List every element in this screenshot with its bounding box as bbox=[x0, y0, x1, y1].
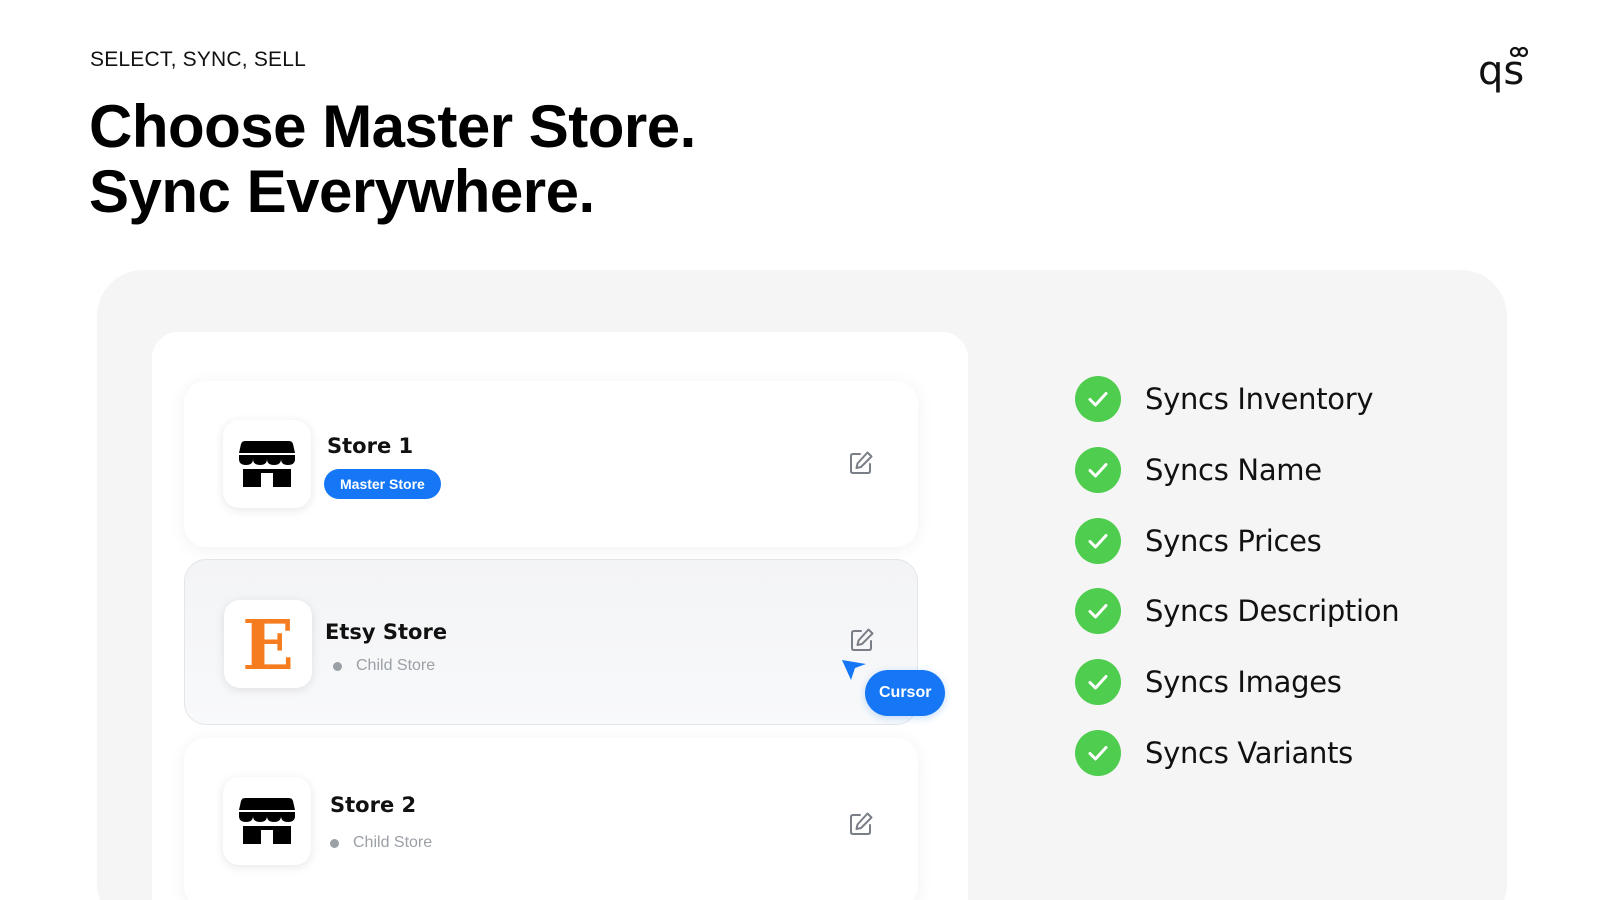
check-icon bbox=[1075, 517, 1121, 564]
master-store-badge: Master Store bbox=[324, 469, 441, 499]
feature-list: Syncs Inventory Syncs Name Syncs Prices … bbox=[1075, 376, 1400, 801]
check-icon bbox=[1075, 588, 1121, 635]
feature-item: Syncs Variants bbox=[1075, 729, 1399, 776]
feature-item: Syncs Name bbox=[1075, 446, 1399, 493]
edit-button[interactable] bbox=[847, 449, 875, 477]
cursor-label: Cursor bbox=[865, 670, 946, 716]
etsy-logo: E bbox=[242, 606, 294, 686]
store-name: Etsy Store bbox=[325, 620, 448, 644]
headline-line-1: Choose Master Store. bbox=[89, 93, 696, 160]
child-store-label: Child Store bbox=[356, 657, 436, 674]
store-row-store-1[interactable]: Store 1 Master Store bbox=[184, 381, 918, 547]
edit-icon bbox=[850, 812, 873, 835]
feature-label: Syncs Name bbox=[1145, 452, 1322, 487]
feature-label: Syncs Variants bbox=[1145, 735, 1353, 770]
store-avatar bbox=[223, 777, 311, 865]
feature-item: Syncs Inventory bbox=[1075, 376, 1399, 422]
status-dot-icon bbox=[330, 838, 339, 848]
check-icon bbox=[1075, 729, 1121, 776]
storefront-icon bbox=[239, 798, 295, 844]
feature-item: Syncs Prices bbox=[1075, 517, 1399, 564]
child-store-tag: Child Store bbox=[330, 834, 432, 852]
store-avatar bbox=[223, 420, 311, 508]
edit-button[interactable] bbox=[847, 810, 875, 838]
check-icon bbox=[1075, 659, 1121, 706]
edit-icon bbox=[851, 628, 874, 651]
child-store-label: Child Store bbox=[353, 834, 433, 851]
qs-logo-icon: qs bbox=[1478, 46, 1529, 94]
store-row-store-2[interactable]: Store 2 Child Store bbox=[184, 738, 918, 900]
feature-label: Syncs Description bbox=[1145, 594, 1400, 629]
headline-line-2: Sync Everywhere. bbox=[89, 158, 595, 225]
feature-label: Syncs Inventory bbox=[1145, 382, 1374, 416]
child-store-tag: Child Store bbox=[333, 657, 435, 675]
store-name: Store 2 bbox=[330, 793, 417, 817]
brand-logo: qs bbox=[1478, 44, 1544, 102]
store-name: Store 1 bbox=[327, 434, 414, 458]
status-dot-icon bbox=[333, 661, 342, 671]
feature-label: Syncs Images bbox=[1145, 665, 1342, 700]
feature-item: Syncs Images bbox=[1075, 659, 1399, 706]
store-avatar: E bbox=[224, 600, 312, 688]
svg-text:qs: qs bbox=[1478, 48, 1524, 94]
cursor-arrow-icon bbox=[840, 658, 870, 688]
page-title: Choose Master Store. Sync Everywhere. bbox=[89, 94, 696, 224]
eyebrow-text: SELECT, SYNC, SELL bbox=[90, 48, 307, 71]
store-row-etsy-store[interactable]: E Etsy Store Child Store bbox=[184, 559, 918, 725]
storefront-icon bbox=[239, 441, 295, 487]
edit-icon bbox=[850, 451, 873, 474]
feature-label: Syncs Prices bbox=[1145, 523, 1322, 558]
edit-button[interactable] bbox=[848, 626, 876, 654]
feature-item: Syncs Description bbox=[1075, 588, 1400, 635]
check-icon bbox=[1075, 446, 1121, 493]
check-icon bbox=[1075, 376, 1121, 422]
